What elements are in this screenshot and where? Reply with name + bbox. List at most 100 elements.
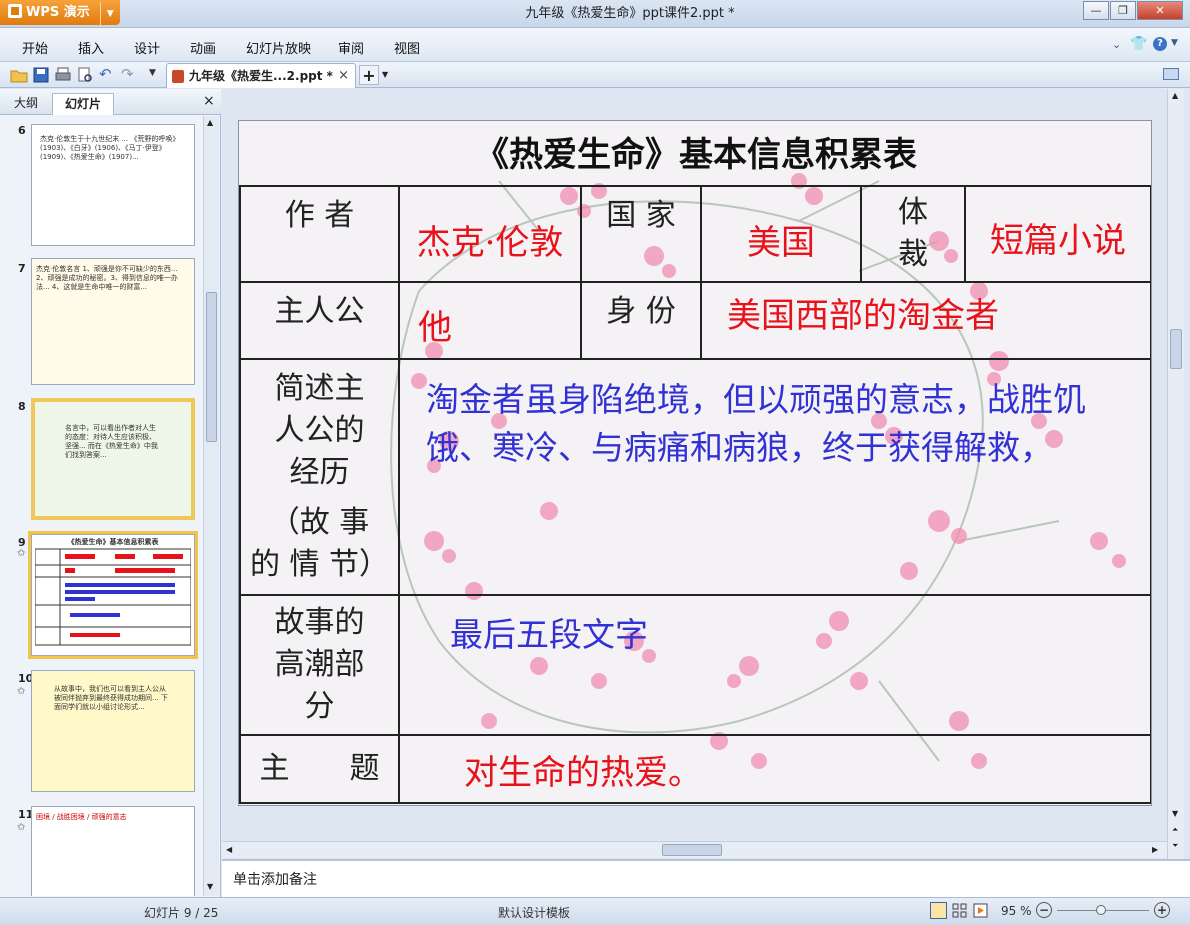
hero-value-cell[interactable]: 他 [398, 281, 582, 360]
thumbnail-scrollbar[interactable]: ▲ ▼ [203, 116, 219, 896]
scroll-up-icon[interactable]: ▲ [1172, 91, 1178, 100]
previous-slide-icon[interactable]: ⏶ [1172, 825, 1178, 835]
document-tab[interactable]: 九年级《热爱生...2.ppt * × [166, 63, 356, 88]
close-window-button[interactable]: ✕ [1137, 1, 1183, 20]
scroll-right-icon[interactable]: ▶ [1152, 845, 1158, 854]
zoom-in-button[interactable]: + [1154, 902, 1170, 918]
tab-outline[interactable]: 大纲 [4, 93, 48, 115]
slide-sorter-icon[interactable] [951, 902, 968, 919]
climax-value: 最后五段文字 [450, 615, 648, 654]
summary-label-cell: 简述主 人公的 经历 （故 事 的 情 节） [239, 358, 400, 596]
tab-list-icon[interactable]: ▼ [382, 70, 388, 79]
slide-thumbnail-8[interactable]: 名言中，可以看出作者对人生的态度：对待人生应该积极、坚强... 而在《热爱生命》… [31, 398, 195, 520]
menu-design[interactable]: 设计 [134, 38, 160, 57]
new-tab-button[interactable]: + [359, 65, 379, 85]
menu-slideshow[interactable]: 幻灯片放映 [246, 38, 311, 57]
slide-thumbnail-10[interactable]: 从故事中，我们也可以看到主人公从被同伴抛弃到最终获得成功期间... 下面同学们就… [31, 670, 195, 792]
slide-horizontal-scrollbar[interactable]: ◀ ▶ [222, 841, 1167, 858]
menu-insert[interactable]: 插入 [78, 38, 104, 57]
customize-toolbar-icon[interactable]: ▼ [149, 68, 156, 78]
hero-label-cell: 主人公 [239, 281, 400, 360]
author-label-cell: 作 者 [239, 185, 400, 283]
redo-icon[interactable]: ↷ [121, 65, 134, 83]
help-dropdown-icon[interactable]: ▼ [1171, 38, 1178, 48]
skin-shirt-icon[interactable]: 👕 [1130, 36, 1147, 52]
slide-thumbnail-7[interactable]: 杰克·伦敦名言 1、顽强是你不可缺少的东西... 2、顽强是成功的秘密。3、得到… [31, 258, 195, 385]
help-icon[interactable]: ? [1153, 37, 1167, 51]
zoom-level[interactable]: 95 % [1001, 904, 1032, 918]
scroll-left-icon[interactable]: ◀ [226, 845, 232, 854]
genre-label-line-1: 体 [898, 195, 928, 230]
scrollbar-thumb[interactable] [1170, 329, 1182, 369]
animation-star-icon: ✩ [17, 686, 26, 697]
menu-view[interactable]: 视图 [394, 38, 420, 57]
scrollbar-thumb[interactable] [206, 292, 217, 442]
mini-table-graphic [34, 548, 192, 646]
notes-pane[interactable]: 单击添加备注 [222, 859, 1190, 897]
slide-title[interactable]: 《热爱生命》基本信息积累表 [239, 127, 1151, 176]
thumbnail-text: 困境 / 战胜困境 / 顽强的意志 [36, 813, 127, 821]
tab-slides[interactable]: 幻灯片 [52, 93, 114, 115]
menu-review[interactable]: 审阅 [338, 38, 364, 57]
summary-value: 淘金者虽身陷绝境，但以顽强的意志，战胜饥饿、寒冷、与病痛和病狼，终于获得解救， [426, 380, 1086, 467]
slide-vertical-scrollbar[interactable]: ▲ ▼ ⏶ ⏷ [1167, 89, 1184, 859]
scroll-down-icon[interactable]: ▼ [207, 882, 213, 891]
author-value-cell[interactable]: 杰克·伦敦 [398, 185, 582, 283]
slide-thumbnail-9[interactable]: 《热爱生命》基本信息积累表 [28, 531, 198, 659]
menu-bar: 开始 插入 设计 动画 幻灯片放映 审阅 视图 ⌄ 👕 ? ▼ [0, 28, 1190, 62]
theme-value-cell[interactable]: 对生命的热爱。 [398, 734, 1151, 804]
climax-label-line-1: 故事的 [274, 605, 365, 640]
genre-label-line-2: 裁 [898, 237, 928, 272]
maximize-button[interactable]: ❐ [1110, 1, 1136, 20]
scrollbar-thumb[interactable] [662, 844, 722, 856]
menu-animation[interactable]: 动画 [190, 38, 216, 57]
genre-value: 短篇小说 [990, 220, 1126, 261]
zoom-out-button[interactable]: − [1036, 902, 1052, 918]
print-preview-icon[interactable] [76, 66, 94, 84]
slideshow-play-icon[interactable] [972, 902, 989, 919]
notes-placeholder: 单击添加备注 [233, 872, 317, 888]
close-tab-icon[interactable]: × [338, 64, 349, 88]
menu-home[interactable]: 开始 [22, 38, 48, 57]
status-bar: 幻灯片 9 / 25 默认设计模板 95 % − + [0, 897, 1190, 925]
zoom-slider-track[interactable] [1057, 905, 1149, 915]
scroll-down-icon[interactable]: ▼ [1172, 809, 1178, 818]
app-name: WPS 演示 [26, 5, 90, 20]
summary-label-line-5: 的 情 节） [249, 547, 390, 582]
close-panel-icon[interactable]: × [203, 93, 215, 109]
normal-view-icon[interactable] [930, 902, 947, 919]
theme-value: 对生命的热爱。 [464, 752, 702, 793]
slide-thumbnail-6[interactable]: 杰克·伦敦生于十九世纪末 ... 《荒野的呼唤》(1903)、《白牙》(1906… [31, 124, 195, 246]
zoom-slider-thumb[interactable] [1096, 905, 1106, 915]
minimize-button[interactable]: — [1083, 1, 1109, 20]
undo-icon[interactable]: ↶ [99, 65, 112, 83]
slide-thumbnail-11[interactable]: 困境 / 战胜困境 / 顽强的意志 [31, 806, 195, 896]
theme-label-cell: 主 题 [239, 734, 400, 804]
country-value-cell[interactable]: 美国 [700, 185, 862, 283]
panel-tabs: 大纲 幻灯片 × [0, 89, 221, 115]
info-table[interactable]: 作 者 杰克·伦敦 国 家 美国 体 裁 短篇小说 主人公 他 身 份 美国西部… [239, 185, 1151, 804]
save-icon[interactable] [32, 66, 50, 84]
summary-value-cell[interactable]: 淘金者虽身陷绝境，但以顽强的意志，战胜饥饿、寒冷、与病痛和病狼，终于获得解救， [398, 358, 1151, 596]
author-value: 杰克·伦敦 [416, 222, 564, 263]
open-folder-icon[interactable] [10, 66, 28, 84]
identity-label: 身 份 [606, 293, 676, 329]
theme-label: 主 题 [259, 751, 380, 786]
thumbnail-text: 杰克·伦敦名言 1、顽强是你不可缺少的东西... 2、顽强是成功的秘密。3、得到… [36, 265, 178, 291]
document-tab-label: 九年级《热爱生...2.ppt * [189, 69, 333, 83]
collapse-ribbon-icon[interactable]: ⌄ [1112, 38, 1121, 51]
window-title: 九年级《热爱生命》ppt课件2.ppt * [525, 6, 735, 21]
climax-value-cell[interactable]: 最后五段文字 [398, 594, 1151, 736]
slide-counter: 幻灯片 9 / 25 [144, 906, 219, 920]
identity-value: 美国西部的淘金者 [727, 296, 999, 336]
slide-canvas[interactable]: 《热爱生命》基本信息积累表 作 者 杰克·伦敦 国 家 美国 体 裁 短篇小说 … [238, 120, 1152, 806]
layout-toggle-icon[interactable] [1163, 68, 1179, 80]
design-template-name[interactable]: 默认设计模板 [498, 904, 570, 921]
summary-label-line-4: （故 事 [269, 505, 370, 540]
next-slide-icon[interactable]: ⏷ [1172, 841, 1178, 851]
print-icon[interactable] [54, 66, 72, 84]
wps-app-menu-button[interactable]: WPS 演示 ▼ [0, 0, 120, 27]
genre-value-cell[interactable]: 短篇小说 [964, 185, 1151, 283]
scroll-up-icon[interactable]: ▲ [207, 118, 213, 127]
identity-value-cell[interactable]: 美国西部的淘金者 [700, 281, 1151, 360]
